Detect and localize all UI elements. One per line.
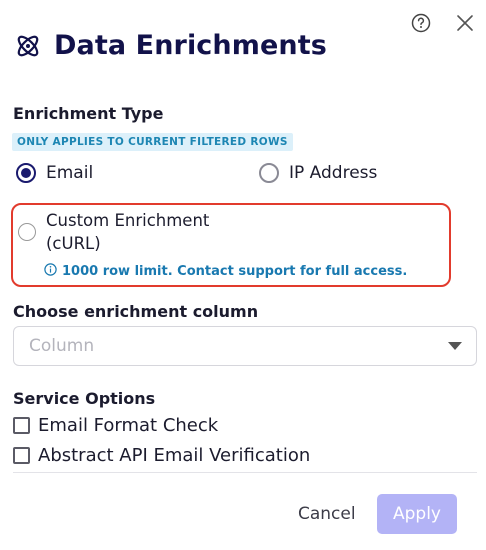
chevron-down-icon xyxy=(448,342,462,350)
question-circle-icon[interactable] xyxy=(410,12,432,34)
service-options-title: Service Options xyxy=(13,389,156,408)
close-icon[interactable] xyxy=(454,12,476,34)
info-icon xyxy=(44,263,57,280)
radio-email-indicator[interactable] xyxy=(16,163,36,183)
checkbox-abstract-api-verification[interactable]: Abstract API Email Verification xyxy=(13,445,310,466)
footer-divider xyxy=(13,472,477,473)
row-limit-note: 1000 row limit. Contact support for full… xyxy=(44,263,407,280)
checkbox-email-format-check-label: Email Format Check xyxy=(38,415,219,436)
dialog-title: Data Enrichments xyxy=(54,30,327,61)
column-select[interactable]: Column xyxy=(13,326,477,366)
checkbox-abstract-api-verification-label: Abstract API Email Verification xyxy=(38,445,311,466)
row-limit-text: 1000 row limit. Contact support for full… xyxy=(62,264,408,279)
cancel-button[interactable]: Cancel xyxy=(290,500,364,528)
choose-column-title: Choose enrichment column xyxy=(13,302,259,321)
custom-enrichment-label-line1: Custom Enrichment xyxy=(46,211,210,230)
atom-icon xyxy=(14,32,42,60)
radio-ip-address[interactable]: IP Address xyxy=(259,163,377,183)
checkbox-abstract-api-verification-box[interactable] xyxy=(13,447,30,464)
apply-button[interactable]: Apply xyxy=(377,494,457,534)
checkbox-email-format-check[interactable]: Email Format Check xyxy=(13,415,218,436)
radio-ip-address-label: IP Address xyxy=(289,163,378,183)
dialog-controls xyxy=(410,12,476,34)
dialog-header: Data Enrichments xyxy=(14,30,327,61)
radio-ip-address-indicator[interactable] xyxy=(259,163,279,183)
radio-email[interactable]: Email xyxy=(16,163,93,183)
custom-enrichment-label[interactable]: Custom Enrichment (cURL) xyxy=(46,209,209,255)
enrichment-type-title: Enrichment Type xyxy=(13,104,164,123)
checkbox-email-format-check-box[interactable] xyxy=(13,417,30,434)
radio-custom-enrichment[interactable] xyxy=(18,223,36,241)
column-select-placeholder: Column xyxy=(29,336,95,356)
radio-email-label: Email xyxy=(46,163,94,183)
filtered-rows-badge: ONLY APPLIES TO CURRENT FILTERED ROWS xyxy=(12,133,293,151)
custom-enrichment-label-line2: (cURL) xyxy=(46,234,101,253)
